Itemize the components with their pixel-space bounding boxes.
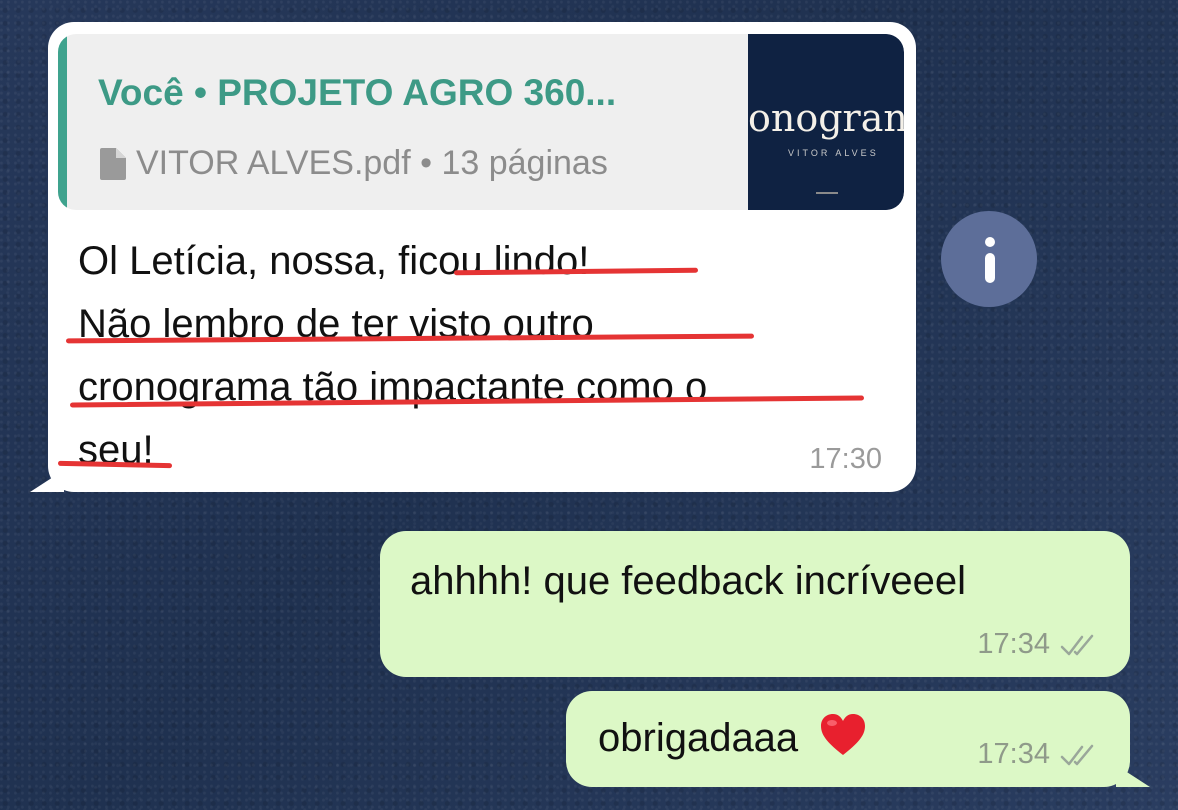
outgoing-message-meta: 17:34 — [977, 628, 1100, 661]
outgoing-message-text: ahhhh! que feedback incríveeel — [410, 559, 966, 603]
outgoing-message-label: obrigadaaa — [598, 716, 799, 760]
outgoing-message-meta: 17:34 — [977, 738, 1100, 771]
message-timestamp: 17:34 — [977, 628, 1050, 660]
quote-title: Você • PROJETO AGRO 360... — [98, 72, 617, 113]
red-heart-icon — [821, 714, 866, 755]
message-line: cronograma tão impactante como o — [78, 365, 708, 409]
quote-file-info: VITOR ALVES.pdf • 13 páginas — [100, 144, 608, 183]
outgoing-message-bubble[interactable]: ahhhh! que feedback incríveeel 17:34 — [380, 531, 1130, 677]
bubble-tail — [1116, 765, 1150, 787]
thumbnail-title: onogran — [748, 96, 904, 140]
quote-file-label: VITOR ALVES.pdf • 13 páginas — [136, 144, 608, 182]
message-line: Ol Letícia, nossa, ficou lindo! — [78, 239, 590, 283]
outgoing-message-text: obrigadaaa — [598, 713, 867, 761]
thumbnail-footer-mark — [816, 192, 838, 194]
message-line: Não lembro de ter visto outro — [78, 302, 594, 346]
document-icon — [100, 147, 126, 180]
message-timestamp: 17:30 — [809, 443, 882, 475]
quote-accent-bar — [58, 34, 67, 210]
incoming-message-bubble[interactable]: Você • PROJETO AGRO 360... VITOR ALVES.p… — [30, 22, 916, 492]
thumbnail-subtitle: VITOR ALVES — [788, 148, 879, 158]
incoming-message-text: Ol Letícia, nossa, ficou lindo! Não lemb… — [78, 230, 878, 482]
double-check-icon — [1060, 744, 1094, 765]
message-timestamp: 17:34 — [977, 738, 1050, 770]
info-button[interactable] — [941, 211, 1037, 307]
quoted-message[interactable]: Você • PROJETO AGRO 360... VITOR ALVES.p… — [58, 34, 904, 210]
pdf-thumbnail[interactable]: onogran VITOR ALVES — [748, 34, 904, 210]
double-check-icon — [1060, 634, 1094, 655]
bubble-tail — [30, 470, 64, 492]
message-line: seu! — [78, 428, 154, 472]
outgoing-message-bubble[interactable]: obrigadaaa 17:34 — [566, 691, 1150, 787]
